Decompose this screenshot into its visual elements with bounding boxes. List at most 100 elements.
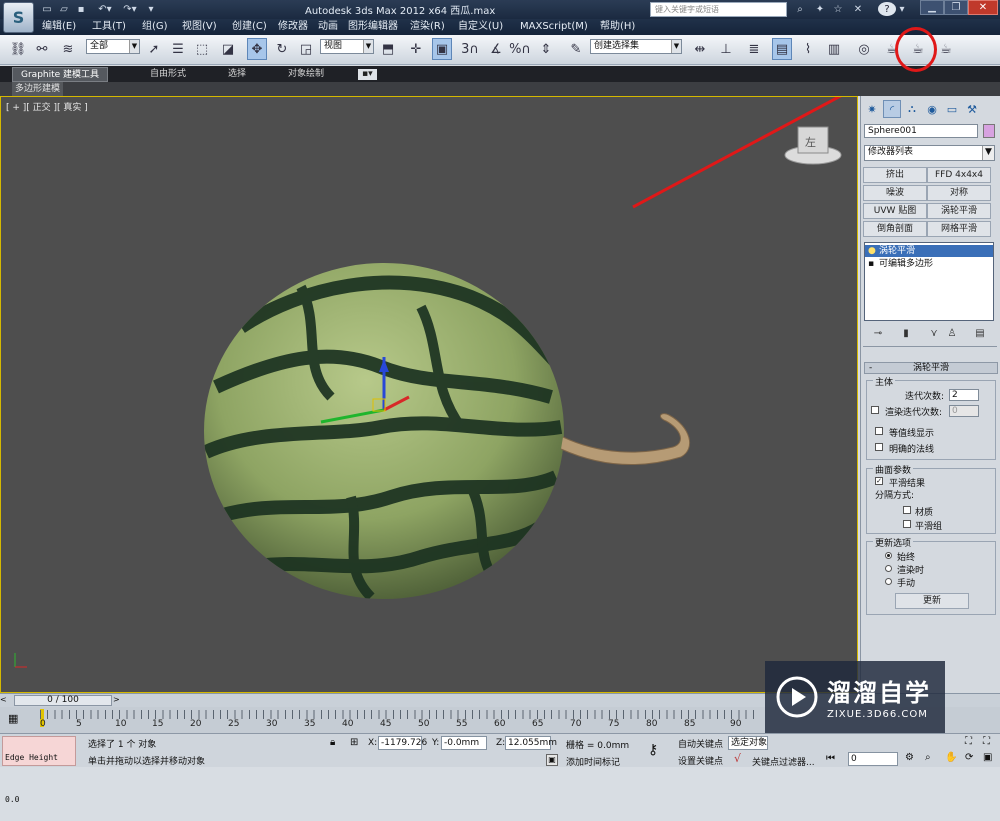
menu-edit[interactable]: 编辑(E) [42,20,76,34]
utilities-tab-icon[interactable]: ⚒ [963,100,981,118]
prev-frame-icon[interactable]: < [0,695,12,706]
lock-selection-icon[interactable]: 🔒︎ [330,737,335,748]
smooth-result-checkbox[interactable]: ✓ [875,477,883,485]
reference-coord-dropdown[interactable]: 视图 ▼ [320,39,374,54]
watermelon-model[interactable] [204,263,690,599]
modifier-bevel-profile-button[interactable]: 倒角剖面 [863,221,927,237]
set-key-button[interactable]: 设置关键点 [678,754,723,767]
key-filter-icon[interactable]: √ [734,752,741,765]
rollout-turbosmooth-header[interactable]: - 涡轮平滑 [864,362,998,374]
new-file-icon[interactable]: ▭ [40,2,54,16]
update-button[interactable]: 更新 [895,593,969,609]
pan-icon[interactable]: ✋ [945,752,957,763]
angle-snap-icon[interactable]: ∡ [486,38,506,60]
menu-modifiers[interactable]: 修改器 [278,20,308,34]
open-file-icon[interactable]: ▱ [57,2,71,16]
object-color-swatch[interactable] [983,124,995,138]
menu-customize[interactable]: 自定义(U) [458,20,503,34]
render-iters-checkbox[interactable] [871,406,879,414]
stack-item-editable-poly[interactable]: ▪ 可编辑多边形 [865,258,993,270]
manually-radio[interactable] [885,578,892,585]
search-input[interactable]: 键入关键字或短语 [650,2,787,17]
unlink-icon[interactable]: ⚯ [32,38,52,60]
go-to-start-icon[interactable]: ⏮ [826,753,835,764]
x-coordinate-field[interactable]: -1179.726 [378,736,427,750]
iterations-spinner[interactable]: 2 [949,389,979,401]
minimize-icon[interactable]: ▁ [920,0,944,15]
binoculars-icon[interactable]: ⌕ [792,2,808,16]
graphite-toggle-icon[interactable]: ▤ [772,38,792,60]
z-coordinate-field[interactable]: 12.055mm [505,736,557,750]
stack-item-turbosmooth[interactable]: ● 涡轮平滑 [865,245,993,257]
explicit-normals-checkbox[interactable] [875,443,883,451]
app-logo-button[interactable]: S [3,2,34,33]
select-scale-icon[interactable]: ◲ [296,38,316,60]
help-dropdown-icon[interactable]: ▾ [897,2,907,16]
schematic-view-icon[interactable]: ▥ [824,38,844,60]
perspective-viewport[interactable]: [ + ][ 正交 ][ 真实 ] 左 [0,96,858,693]
menu-tools[interactable]: 工具(T) [92,20,126,34]
material-editor-icon[interactable]: ◎ [854,38,874,60]
next-frame-icon[interactable]: > [113,695,125,706]
percent-snap-icon[interactable]: % ∩ [509,38,531,60]
tools-icon[interactable]: ✦ [812,2,828,16]
close-icon[interactable]: ✕ [968,0,998,15]
hierarchy-tab-icon[interactable]: ⛬ [903,100,921,118]
rect-selection-icon[interactable]: ⬚ [192,38,212,60]
smoothing-groups-checkbox[interactable] [903,520,911,528]
object-name-field[interactable]: Sphere001 [864,124,978,138]
pin-stack-icon[interactable]: ⊸ [871,328,885,340]
modify-tab-icon[interactable]: ◜ [883,100,901,118]
key-icon[interactable]: ⚷ [648,742,658,758]
snaps-toggle-icon[interactable]: 3 ∩ [460,38,480,60]
key-filters-button[interactable]: 关键点过滤器... [752,755,815,768]
motion-tab-icon[interactable]: ◉ [923,100,941,118]
menu-graph-editors[interactable]: 图形编辑器 [348,20,398,34]
close-search-icon[interactable]: ✕ [850,2,866,16]
tab-freeform[interactable]: 自由形式 [142,67,194,82]
named-selection-dropdown[interactable]: 创建选择集 ▼ [590,39,682,54]
render-production-icon[interactable]: ☕ [936,38,956,60]
manipulate-icon[interactable]: ✛ [406,38,426,60]
menu-group[interactable]: 组(G) [142,20,168,34]
select-rotate-icon[interactable]: ↻ [272,38,292,60]
when-rendering-radio[interactable] [885,565,892,572]
menu-rendering[interactable]: 渲染(R) [410,20,445,34]
modifier-turbosmooth-button[interactable]: 涡轮平滑 [927,203,991,219]
modifier-ffd-button[interactable]: FFD 4x4x4 [927,167,991,183]
modifier-meshsmooth-button[interactable]: 网格平滑 [927,221,991,237]
remove-modifier-icon[interactable]: ♙ [945,328,959,340]
zoom-extents-icon[interactable]: ⛶ [965,736,972,747]
layer-manager-icon[interactable]: ≣ [744,38,764,60]
keyboard-shortcut-override-icon[interactable]: ▣ [432,38,452,60]
modifier-uvw-map-button[interactable]: UVW 贴图 [863,203,927,219]
absolute-mode-icon[interactable]: ⊞ [350,737,358,748]
add-time-tag-button[interactable]: 添加时间标记 [566,755,620,768]
menu-views[interactable]: 视图(V) [182,20,217,34]
modifier-list-dropdown[interactable]: 修改器列表 ▼ [864,145,995,161]
y-coordinate-field[interactable]: -0.0mm [441,736,487,750]
zoom-extents-all-icon[interactable]: ⛶ [983,736,990,747]
restore-icon[interactable]: ❐ [944,0,968,15]
current-frame-field[interactable]: 0 [848,752,898,766]
time-slider-thumb[interactable]: 0 / 100 [14,695,112,706]
pivot-center-icon[interactable]: ⬒ [378,38,398,60]
tab-polygon-modeling[interactable]: 多边形建模 [12,82,64,96]
menu-animation[interactable]: 动画 [318,20,338,34]
mirror-icon[interactable]: ⇹ [690,38,710,60]
help-icon[interactable]: ? [878,2,896,16]
maxscript-listener[interactable]: Edge Height 0.0 [2,736,76,804]
modifier-extrude-button[interactable]: 挤出 [863,167,927,183]
make-unique-icon[interactable]: ⋎ [927,328,941,340]
lightbulb-icon[interactable]: ● [868,245,876,257]
maximize-viewport-icon[interactable]: ▣ [983,752,992,763]
menu-maxscript[interactable]: MAXScript(M) [520,20,588,34]
isoline-checkbox[interactable] [875,427,883,435]
configure-sets-icon[interactable]: ▤ [973,328,987,340]
auto-key-button[interactable]: 自动关键点 [678,737,723,750]
time-config-icon[interactable]: ⚙ [905,752,914,763]
select-move-icon[interactable]: ✥ [247,38,267,60]
redo-icon[interactable]: ↷▾ [120,2,140,16]
expand-icon[interactable]: ▪ [868,258,874,270]
time-tag-icon[interactable]: ▣ [546,754,558,766]
